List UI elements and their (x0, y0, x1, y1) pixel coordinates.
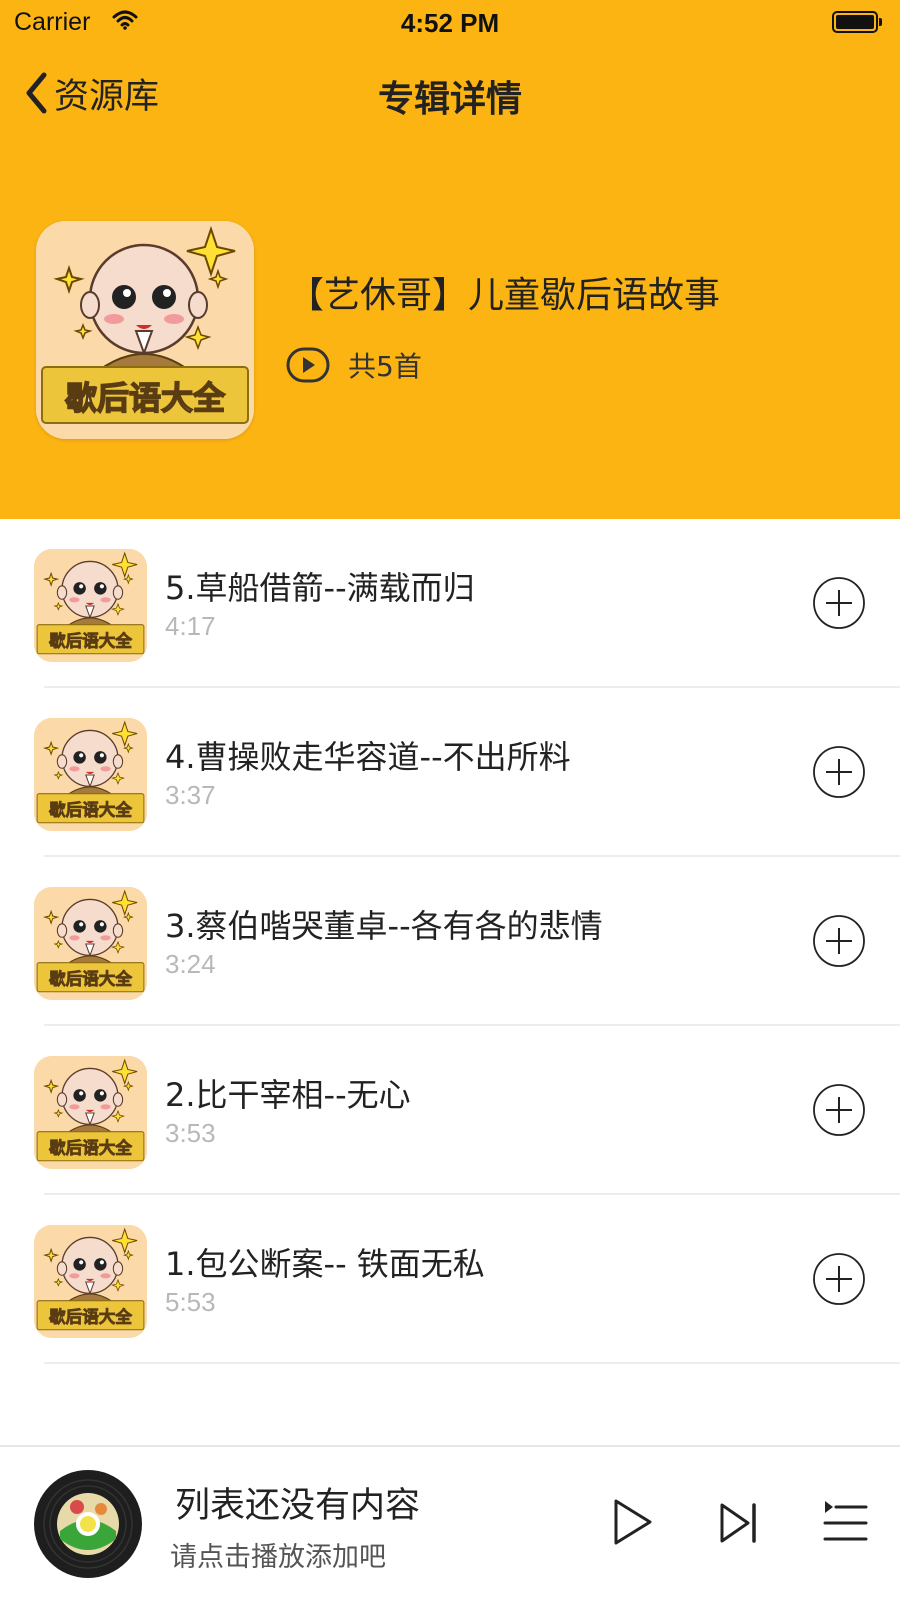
clock: 4:52 PM (400, 8, 500, 38)
play-circle-icon (286, 347, 330, 383)
row-divider (44, 1362, 900, 1364)
track-thumbnail: 歇后语大全 (34, 1225, 147, 1338)
track-duration: 3:37 (165, 780, 216, 810)
add-circle-icon[interactable] (812, 1252, 866, 1306)
track-thumbnail: 歇后语大全 (34, 887, 147, 1000)
thumb-text: 歇后语大全 (49, 799, 132, 819)
track-title: 3.蔡伯喈哭董卓--各有各的悲情 (165, 907, 603, 945)
navigation-bar: 资源库 专辑详情 (0, 60, 900, 126)
track-row[interactable]: 歇后语大全 4.曹操败走华容道--不出所料 3:37 (0, 688, 900, 857)
add-circle-icon[interactable] (812, 1083, 866, 1137)
track-count: 共5首 (286, 345, 422, 385)
player-title: 列表还没有内容 (175, 1486, 421, 1526)
add-circle-icon[interactable] (812, 576, 866, 630)
track-duration: 5:53 (165, 1287, 216, 1317)
thumb-text: 歇后语大全 (49, 630, 132, 650)
mini-player: 列表还没有内容 请点击播放添加吧 (0, 1445, 900, 1600)
album-header: Carrier 4:52 PM 资源库 专辑详情 歇后语大全 【艺休哥】儿童歇后… (0, 0, 900, 519)
thumb-text: 歇后语大全 (49, 1137, 132, 1157)
battery-icon (832, 11, 882, 33)
track-count-label: 共5首 (348, 350, 422, 383)
track-thumbnail: 歇后语大全 (34, 718, 147, 831)
add-circle-icon[interactable] (812, 745, 866, 799)
track-thumbnail: 歇后语大全 (34, 549, 147, 662)
track-duration: 4:17 (165, 611, 216, 641)
track-duration: 3:53 (165, 1118, 216, 1148)
page-title: 专辑详情 (377, 79, 522, 120)
track-duration: 3:24 (165, 949, 216, 979)
track-title: 2.比干宰相--无心 (165, 1076, 411, 1114)
album-cover: 歇后语大全 (36, 221, 254, 439)
status-bar: Carrier 4:52 PM (0, 0, 900, 46)
thumb-text: 歇后语大全 (49, 1306, 132, 1326)
album-title: 【艺休哥】儿童歇后语故事 (288, 275, 721, 316)
playlist-icon[interactable] (822, 1499, 868, 1545)
track-row[interactable]: 歇后语大全 3.蔡伯喈哭董卓--各有各的悲情 3:24 (0, 857, 900, 1026)
track-title: 4.曹操败走华容道--不出所料 (165, 738, 571, 776)
add-circle-icon[interactable] (812, 914, 866, 968)
track-row[interactable]: 歇后语大全 2.比干宰相--无心 3:53 (0, 1026, 900, 1195)
next-track-icon[interactable] (718, 1501, 760, 1545)
cover-text: 歇后语大全 (65, 379, 226, 417)
player-subtitle: 请点击播放添加吧 (170, 1542, 386, 1573)
track-thumbnail: 歇后语大全 (34, 1056, 147, 1169)
thumb-text: 歇后语大全 (49, 968, 132, 988)
play-icon[interactable] (610, 1497, 654, 1547)
track-title: 5.草船借箭--满载而归 (165, 569, 475, 607)
track-title: 1.包公断案-- 铁面无私 (165, 1245, 485, 1283)
track-row[interactable]: 歇后语大全 1.包公断案-- 铁面无私 5:53 (0, 1195, 900, 1364)
track-row[interactable]: 歇后语大全 5.草船借箭--满载而归 4:17 (0, 519, 900, 688)
vinyl-disc-icon[interactable] (33, 1469, 143, 1579)
